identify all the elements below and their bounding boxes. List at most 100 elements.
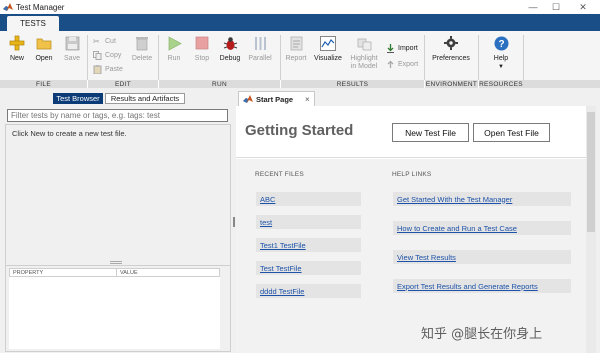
cut-button[interactable]: ✂ Cut xyxy=(93,36,116,47)
delete-button[interactable]: Delete xyxy=(130,34,154,76)
open-button[interactable]: Open xyxy=(32,34,56,76)
help-link[interactable]: How to Create and Run a Test Case xyxy=(393,221,571,235)
help-icon: ? xyxy=(492,34,510,52)
watermark: 知乎 @腿长在你身上 xyxy=(421,327,543,342)
report-label: Report xyxy=(285,55,307,62)
ribbon-tab-strip: TESTS xyxy=(0,14,600,31)
export-button[interactable]: Export xyxy=(386,59,418,70)
report-icon xyxy=(287,34,305,52)
help-link[interactable]: Export Test Results and Generate Reports xyxy=(393,279,571,293)
filter-input[interactable] xyxy=(7,109,228,122)
save-icon xyxy=(63,34,81,52)
property-column-header: PROPERTY xyxy=(10,269,117,276)
stop-label: Stop xyxy=(194,55,210,62)
start-page: Getting Started New Test File Open Test … xyxy=(236,106,586,353)
svg-text:?: ? xyxy=(498,39,504,50)
close-tab-icon[interactable]: × xyxy=(305,95,310,104)
debug-label: Debug xyxy=(219,55,241,62)
open-test-file-button[interactable]: Open Test File xyxy=(473,123,550,142)
stop-button[interactable]: Stop xyxy=(190,34,214,76)
open-label: Open xyxy=(35,55,53,62)
import-label: Import xyxy=(398,45,418,52)
separator xyxy=(158,35,159,83)
tab-test-browser[interactable]: Test Browser xyxy=(53,93,103,104)
highlight-in-model-button[interactable]: Highlight in Model xyxy=(348,34,380,76)
play-icon xyxy=(165,34,183,52)
help-link[interactable]: Get Started With the Test Manager xyxy=(393,192,571,206)
debug-button[interactable]: Debug xyxy=(218,34,242,76)
document-area: Start Page × Getting Started New Test Fi… xyxy=(236,89,600,353)
group-label-run: RUN xyxy=(212,80,227,88)
value-column-header: VALUE xyxy=(120,269,138,276)
paste-label: Paste xyxy=(105,66,123,73)
window-title: Test Manager xyxy=(16,2,65,12)
highlight-icon xyxy=(355,34,373,52)
minimize-button[interactable]: — xyxy=(522,0,544,14)
preferences-button[interactable]: Preferences xyxy=(430,34,472,76)
gear-icon xyxy=(442,34,460,52)
help-chevron-icon: ▼ xyxy=(498,64,504,70)
parallel-label: Parallel xyxy=(248,55,272,62)
copy-button[interactable]: Copy xyxy=(93,50,121,61)
recent-file-link[interactable]: dddd TestFile xyxy=(256,284,361,298)
run-label: Run xyxy=(167,55,181,62)
run-button[interactable]: Run xyxy=(162,34,186,76)
scissors-icon: ✂ xyxy=(93,37,100,46)
new-label: New xyxy=(9,55,24,62)
new-test-file-button[interactable]: New Test File xyxy=(392,123,469,142)
stop-icon xyxy=(193,34,211,52)
import-button[interactable]: Import xyxy=(386,43,418,54)
export-icon xyxy=(386,60,395,69)
chart-icon xyxy=(319,34,337,52)
parallel-button[interactable]: Parallel xyxy=(246,34,274,76)
horizontal-splitter-grip[interactable] xyxy=(110,261,122,264)
highlight-label: Highlight in Model xyxy=(350,55,378,70)
start-page-header: Getting Started New Test File Open Test … xyxy=(236,106,586,158)
property-table-header: PROPERTY VALUE xyxy=(9,268,220,277)
recent-file-link[interactable]: Test1 TestFile xyxy=(256,238,361,252)
export-label: Export xyxy=(398,61,419,68)
tab-tests[interactable]: TESTS xyxy=(7,16,59,31)
matlab-icon xyxy=(243,95,253,103)
trash-icon xyxy=(133,34,151,52)
vertical-scrollbar[interactable] xyxy=(586,106,596,353)
paste-icon xyxy=(93,65,102,75)
separator xyxy=(478,35,479,83)
group-label-resources: RESOURCES xyxy=(479,80,523,88)
maximize-button[interactable]: ☐ xyxy=(545,0,567,14)
property-table-body xyxy=(9,277,220,349)
visualize-button[interactable]: Visualize xyxy=(313,34,343,76)
help-button[interactable]: ? Help ▼ xyxy=(489,34,513,76)
group-label-results: RESULTS xyxy=(336,80,369,88)
recent-file-link[interactable]: test xyxy=(256,215,361,229)
help-link[interactable]: View Test Results xyxy=(393,250,571,264)
title-bar: Test Manager — ☐ ✕ xyxy=(0,0,600,14)
tab-results-and-artifacts[interactable]: Results and Artifacts xyxy=(105,93,185,104)
save-label: Save xyxy=(64,55,80,62)
new-button[interactable]: New xyxy=(6,34,28,76)
recent-file-link[interactable]: Test TestFile xyxy=(256,261,361,275)
copy-icon xyxy=(93,51,102,60)
test-browser-panel: Test Browser Results and Artifacts Click… xyxy=(0,89,232,353)
close-button[interactable]: ✕ xyxy=(572,0,594,14)
start-page-tab-label: Start Page xyxy=(256,94,294,104)
report-button[interactable]: Report xyxy=(283,34,309,76)
scrollbar-thumb[interactable] xyxy=(587,112,595,232)
recent-files-heading: RECENT FILES xyxy=(255,171,304,178)
bug-icon xyxy=(221,34,239,52)
empty-hint: Click New to create a new test file. xyxy=(12,129,127,138)
group-label-environment: ENVIRONMENT xyxy=(425,80,478,88)
tab-start-page[interactable]: Start Page × xyxy=(238,91,315,106)
parallel-icon xyxy=(251,34,269,52)
separator xyxy=(424,35,425,83)
matlab-icon xyxy=(3,3,13,11)
preferences-label: Preferences xyxy=(432,55,470,62)
folder-icon xyxy=(35,34,53,52)
help-label: Help xyxy=(493,55,509,62)
separator xyxy=(87,35,88,83)
paste-button[interactable]: Paste xyxy=(93,64,123,75)
copy-label: Copy xyxy=(105,52,122,59)
save-button[interactable]: Save xyxy=(60,34,84,76)
separator xyxy=(280,35,281,83)
recent-file-link[interactable]: ABC xyxy=(256,192,361,206)
